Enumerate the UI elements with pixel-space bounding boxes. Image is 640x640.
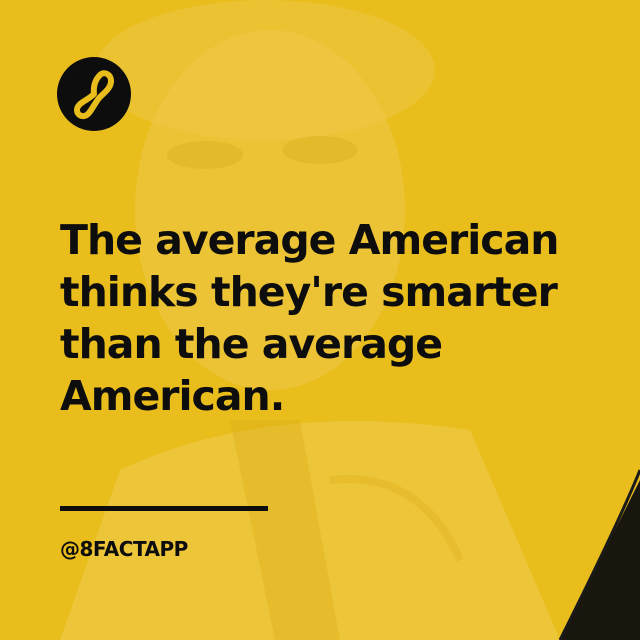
infinity-eight-icon — [57, 57, 131, 131]
fact-headline: The average American thinks they're smar… — [60, 214, 580, 422]
headline-line: thinks they're smarter — [60, 268, 558, 316]
account-handle: @8FACTAPP — [60, 537, 188, 561]
fact-card: The average American thinks they're smar… — [0, 0, 640, 640]
headline-line: American. — [60, 372, 285, 420]
headline-line: The average American — [60, 216, 559, 264]
headline-line: than the average — [60, 320, 443, 368]
divider-line — [60, 506, 268, 511]
